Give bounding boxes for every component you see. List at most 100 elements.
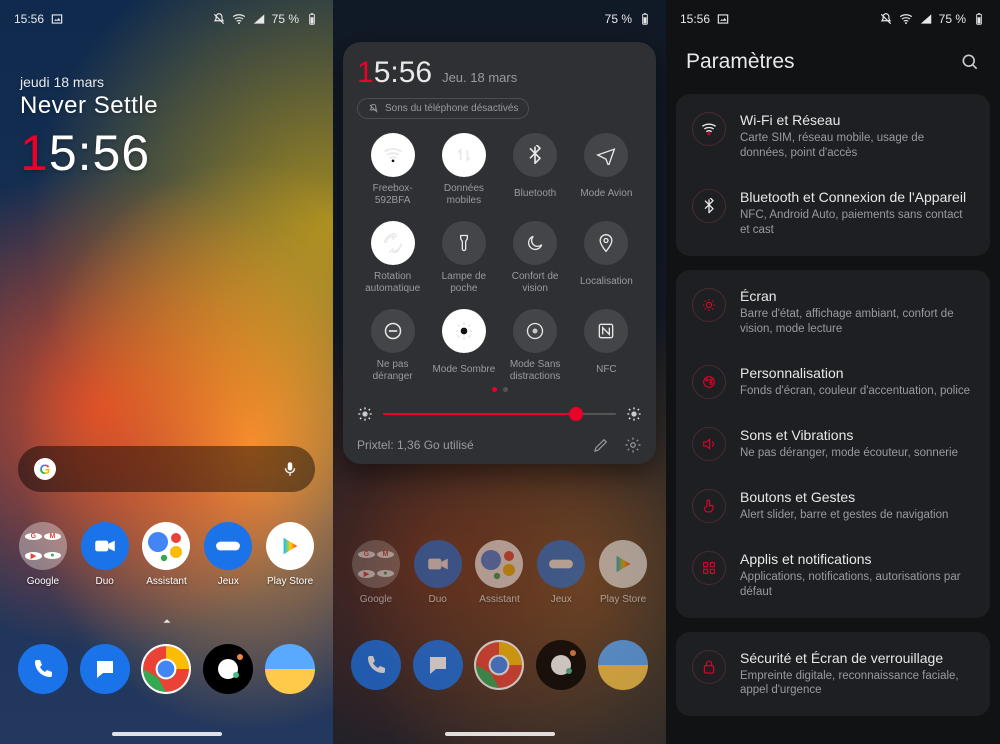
- qs-tile-grid: Freebox-592BFADonnées mobiles Bluetooth Mo…: [357, 133, 642, 383]
- messages-app[interactable]: [77, 644, 133, 694]
- app-google[interactable]: GM▶●Google: [348, 540, 404, 605]
- setting-display[interactable]: ÉcranBarre d'état, affichage ambiant, co…: [676, 274, 990, 351]
- nav-bar-pill[interactable]: [112, 732, 222, 736]
- brightness-low-icon: [357, 406, 373, 422]
- qs-tile-wifi[interactable]: Freebox-592BFA: [357, 133, 428, 207]
- weather-app[interactable]: [262, 644, 318, 694]
- battery-icon: [305, 12, 319, 26]
- qs-tile-label: Rotation automatique: [357, 271, 428, 295]
- camera-app[interactable]: [200, 644, 256, 694]
- settings-group: ÉcranBarre d'état, affichage ambiant, co…: [676, 270, 990, 618]
- app-label: Jeux: [551, 594, 572, 605]
- app-play-store[interactable]: Play Store: [262, 522, 318, 587]
- app-label: Duo: [429, 594, 447, 605]
- messages-app[interactable]: [410, 640, 466, 690]
- app-jeux[interactable]: Jeux: [200, 522, 256, 587]
- phone-app[interactable]: [348, 640, 404, 690]
- setting-sub: Applications, notifications, autorisatio…: [740, 570, 974, 600]
- qs-date: Jeu. 18 mars: [442, 70, 517, 85]
- dnd-status-pill[interactable]: Sons du téléphone désactivés: [357, 98, 529, 119]
- setting-bt[interactable]: Bluetooth et Connexion de l'AppareilNFC,…: [676, 175, 990, 252]
- nav-bar-pill[interactable]: [445, 732, 555, 736]
- brightness-high-icon: [626, 406, 642, 422]
- settings-group: Sécurité et Écran de verrouillageEmprein…: [676, 632, 990, 717]
- setting-title: Personnalisation: [740, 365, 970, 381]
- battery-icon: [638, 12, 652, 26]
- quick-settings-panel: 15:56 Jeu. 18 mars Sons du téléphone dés…: [343, 42, 656, 464]
- qs-tile-label: Freebox-592BFA: [357, 183, 428, 207]
- qs-clock: 15:56 Jeu. 18 mars: [357, 56, 642, 90]
- qs-tile-label: Mode Avion: [580, 183, 632, 205]
- qs-tile-moon[interactable]: Confort de vision: [500, 221, 571, 295]
- qs-tile-dnd[interactable]: Ne pas déranger: [357, 309, 428, 383]
- display-icon: [692, 288, 726, 322]
- chrome-app[interactable]: [471, 640, 527, 690]
- qs-tile-rotate[interactable]: Rotation automatique: [357, 221, 428, 295]
- clock-widget[interactable]: jeudi 18 mars Never Settle 15:56: [20, 74, 158, 182]
- wifi-icon: [232, 12, 246, 26]
- setting-paint[interactable]: PersonnalisationFonds d'écran, couleur d…: [676, 351, 990, 413]
- qs-tile-torch[interactable]: Lampe de poche: [428, 221, 499, 295]
- settings-list[interactable]: Wi-Fi et RéseauCarte SIM, réseau mobile,…: [676, 94, 990, 744]
- qs-page-indicator: [357, 387, 642, 392]
- phone-app[interactable]: [15, 644, 71, 694]
- app-duo[interactable]: Duo: [410, 540, 466, 605]
- app-google[interactable]: GM▶●Google: [15, 522, 71, 587]
- lock-icon: [692, 650, 726, 684]
- app-play-store[interactable]: Play Store: [595, 540, 651, 605]
- clock-time: 15:56: [20, 124, 158, 182]
- setting-lock[interactable]: Sécurité et Écran de verrouillageEmprein…: [676, 636, 990, 713]
- bt-icon: [692, 189, 726, 223]
- qs-tile-data[interactable]: Données mobiles: [428, 133, 499, 207]
- status-time: 15:56: [14, 12, 44, 26]
- qs-tile-label: Ne pas déranger: [357, 359, 428, 383]
- google-search-bar[interactable]: [18, 446, 315, 492]
- status-bar: 75 %: [333, 0, 666, 38]
- brightness-track[interactable]: [383, 413, 616, 415]
- app-drawer-arrow-icon[interactable]: [160, 614, 174, 628]
- settings-gear-icon[interactable]: [624, 436, 642, 454]
- sun-icon: [442, 309, 486, 353]
- quick-settings-screen: 75 % 15:56 Jeu. 18 mars Sons du téléphon…: [333, 0, 666, 744]
- setting-wifi[interactable]: Wi-Fi et RéseauCarte SIM, réseau mobile,…: [676, 98, 990, 175]
- setting-apps[interactable]: Applis et notifications Applications, not…: [676, 537, 990, 614]
- qs-tile-bt[interactable]: Bluetooth: [500, 133, 571, 207]
- qs-tile-label: Bluetooth: [514, 183, 556, 205]
- app-assistant[interactable]: Assistant: [138, 522, 194, 587]
- settings-header: Paramètres: [686, 50, 980, 74]
- focus-icon: [513, 309, 557, 353]
- camera-app[interactable]: [533, 640, 589, 690]
- search-icon[interactable]: [960, 52, 980, 72]
- app-label: Google: [360, 594, 392, 605]
- setting-gesture[interactable]: Boutons et GestesAlert slider, barre et …: [676, 475, 990, 537]
- qs-tile-focus[interactable]: Mode Sans distractions: [500, 309, 571, 383]
- app-duo[interactable]: Duo: [77, 522, 133, 587]
- qs-tile-pin[interactable]: Localisation: [571, 221, 642, 295]
- wifi-icon: [692, 112, 726, 146]
- data-icon: [442, 133, 486, 177]
- signal-icon: [252, 12, 266, 26]
- app-jeux[interactable]: Jeux: [533, 540, 589, 605]
- weather-app[interactable]: [595, 640, 651, 690]
- setting-title: Applis et notifications: [740, 551, 974, 567]
- app-label: Play Store: [267, 576, 313, 587]
- clock-motto: Never Settle: [20, 92, 158, 120]
- app-label: Google: [27, 576, 59, 587]
- setting-title: Bluetooth et Connexion de l'Appareil: [740, 189, 974, 205]
- qs-tile-nfc[interactable]: NFC: [571, 309, 642, 383]
- voice-search-icon[interactable]: [281, 460, 299, 478]
- qs-tile-label: Données mobiles: [428, 183, 499, 207]
- sound-icon: [692, 427, 726, 461]
- bt-icon: [513, 133, 557, 177]
- app-assistant[interactable]: Assistant: [471, 540, 527, 605]
- battery-pct: 75 %: [605, 12, 632, 26]
- data-usage[interactable]: Prixtel: 1,36 Go utilisé: [357, 438, 578, 452]
- brightness-slider[interactable]: [357, 406, 642, 422]
- edit-tiles-icon[interactable]: [592, 436, 610, 454]
- qs-tile-plane[interactable]: Mode Avion: [571, 133, 642, 207]
- qs-tile-sun[interactable]: Mode Sombre: [428, 309, 499, 383]
- chrome-app[interactable]: [138, 644, 194, 694]
- pin-icon: [584, 221, 628, 265]
- setting-sound[interactable]: Sons et VibrationsNe pas déranger, mode …: [676, 413, 990, 475]
- home-screen: 15:56 75 % jeudi 18 mars Never Settle 15…: [0, 0, 333, 744]
